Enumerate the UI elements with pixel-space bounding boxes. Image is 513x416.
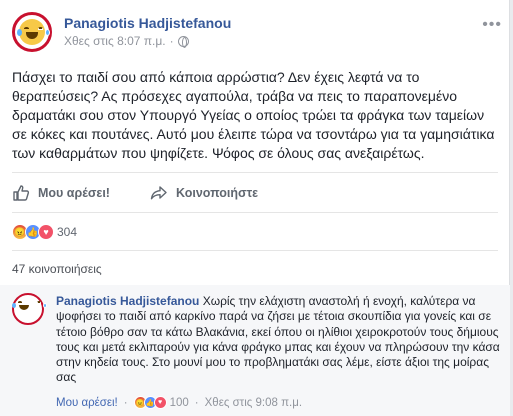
dot-separator: · <box>169 34 174 48</box>
post-header: Panagiotis Hadjistefanou Χθες στις 8:07 … <box>12 12 502 54</box>
divider <box>12 250 498 251</box>
love-reaction-icon: ♥ <box>38 224 54 240</box>
reaction-count: 304 <box>57 225 78 239</box>
comment-section: Panagiotis Hadjistefanou Χωρίς την ελάχι… <box>0 285 510 416</box>
more-options-icon[interactable]: ••• <box>482 16 502 34</box>
crying-laughing-emoji-icon <box>12 299 47 319</box>
share-button[interactable]: Κοινοποιήστε <box>150 184 258 202</box>
post-timestamp[interactable]: Χθες στις 8:07 π.μ. <box>64 34 166 48</box>
thumbs-up-icon <box>13 185 30 201</box>
share-label: Κοινοποιήστε <box>175 186 259 200</box>
comment-reaction-icons[interactable]: 😠 👍 ♥ <box>133 396 167 409</box>
comment-timestamp[interactable]: Χθες στις 9:08 π.μ. <box>205 397 302 409</box>
like-button[interactable]: Μου αρέσει! <box>12 184 110 202</box>
reaction-icons: 😠 👍 ♥ <box>12 224 54 240</box>
divider <box>12 212 498 213</box>
author-avatar[interactable] <box>12 12 52 52</box>
post-meta: Χθες στις 8:07 π.μ. · <box>64 34 189 48</box>
post-card: Panagiotis Hadjistefanou Χθες στις 8:07 … <box>0 0 510 416</box>
separator: · <box>194 396 199 409</box>
comment-footer: Μου αρέσει! · 😠 👍 ♥ 100 · Χθες στις 9:08… <box>56 396 302 409</box>
comment-like-button[interactable]: Μου αρέσει! <box>56 397 118 409</box>
love-reaction-icon: ♥ <box>153 396 167 409</box>
divider <box>12 172 498 173</box>
share-arrow-icon <box>150 186 167 200</box>
commenter-avatar[interactable] <box>12 293 47 325</box>
post-actions: Μου αρέσει! Κοινοποιήστε <box>12 180 258 206</box>
commenter-name[interactable]: Panagiotis Hadjistefanou <box>56 294 199 308</box>
author-name[interactable]: Panagiotis Hadjistefanou <box>64 15 231 31</box>
like-label: Μου αρέσει! <box>38 186 110 200</box>
crying-laughing-emoji-icon <box>17 19 50 45</box>
comment-reaction-count: 100 <box>169 396 189 409</box>
post-text: Πάσχει το παιδί σου από κάποια αρρώστια?… <box>12 69 495 161</box>
comment-body: Panagiotis Hadjistefanou Χωρίς την ελάχι… <box>56 294 504 386</box>
globe-icon[interactable] <box>177 35 189 48</box>
separator: · <box>123 396 128 409</box>
reactions-summary[interactable]: 😠 👍 ♥ 304 <box>12 224 77 240</box>
shares-count[interactable]: 47 κοινοποιήσεις <box>12 262 102 276</box>
